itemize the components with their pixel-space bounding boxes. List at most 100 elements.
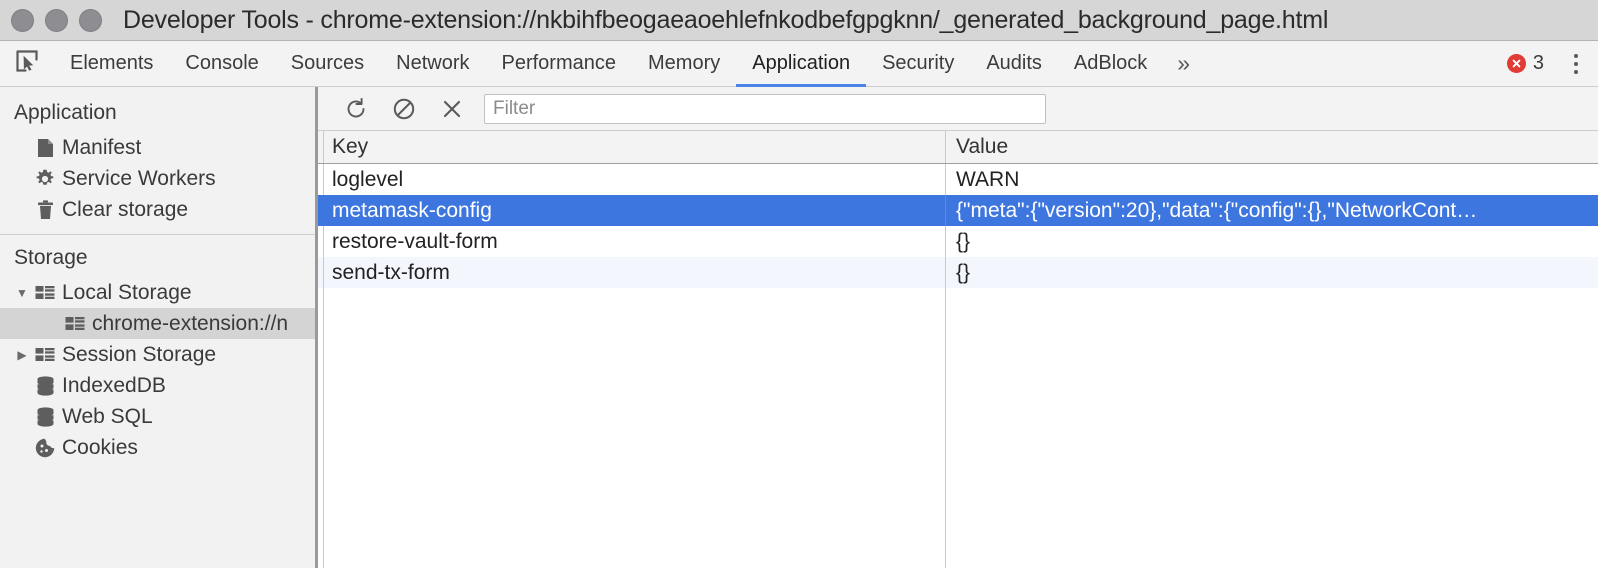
chevron-down-icon[interactable]: ▼ bbox=[12, 286, 32, 300]
column-header-value[interactable]: Value bbox=[946, 131, 1598, 163]
cell-value-text: {} bbox=[956, 260, 971, 284]
tab-label: Application bbox=[752, 52, 851, 74]
tab-elements[interactable]: Elements bbox=[54, 41, 169, 86]
table-icon bbox=[32, 285, 58, 301]
sidebar-item-indexeddb[interactable]: IndexedDB bbox=[0, 370, 315, 401]
grid-body: loglevel WARN metamask-config {"meta":{"… bbox=[318, 164, 1598, 568]
sidebar-item-label: Cookies bbox=[62, 435, 138, 459]
window-title: Developer Tools - chrome-extension://nkb… bbox=[123, 5, 1329, 34]
sidebar-item-clear-storage[interactable]: Clear storage bbox=[0, 194, 315, 225]
window-titlebar: Developer Tools - chrome-extension://nkb… bbox=[0, 0, 1598, 41]
cookie-icon bbox=[32, 438, 58, 458]
dot bbox=[1574, 53, 1578, 58]
table-row[interactable]: loglevel WARN bbox=[318, 164, 1598, 195]
cell-key[interactable]: send-tx-form bbox=[324, 257, 946, 288]
sidebar-item-label: Session Storage bbox=[62, 342, 217, 366]
cell-value[interactable]: WARN bbox=[946, 164, 1598, 195]
application-sidebar: Application Manifest Service Workers Cle… bbox=[0, 87, 318, 568]
sidebar-item-label: Local Storage bbox=[62, 280, 192, 304]
empty-value-column bbox=[946, 288, 1598, 568]
table-row[interactable]: restore-vault-form {} bbox=[318, 226, 1598, 257]
sidebar-item-web-sql[interactable]: Web SQL bbox=[0, 401, 315, 432]
storage-panel: Key Value loglevel WARN bbox=[318, 87, 1598, 568]
cell-value[interactable]: {} bbox=[946, 226, 1598, 257]
empty-key-column bbox=[324, 288, 946, 568]
clear-all-icon bbox=[392, 97, 416, 121]
cell-key[interactable]: loglevel bbox=[324, 164, 946, 195]
delete-selected-button[interactable] bbox=[428, 89, 476, 129]
tab-label: Elements bbox=[70, 52, 154, 74]
cell-value-text: {} bbox=[956, 229, 971, 253]
tab-label: Network bbox=[396, 52, 470, 74]
cell-value[interactable]: {} bbox=[946, 257, 1598, 288]
dot bbox=[1574, 61, 1578, 66]
inspect-element-icon bbox=[14, 48, 40, 79]
devtools-body: Application Manifest Service Workers Cle… bbox=[0, 87, 1598, 568]
storage-data-grid: Key Value loglevel WARN metamask-config … bbox=[318, 131, 1598, 568]
zoom-button[interactable] bbox=[79, 8, 102, 32]
clear-all-button[interactable] bbox=[380, 89, 428, 129]
sidebar-item-local-storage[interactable]: ▼ Local Storage bbox=[0, 277, 315, 308]
dot bbox=[1574, 69, 1578, 74]
sidebar-item-label: chrome-extension://n bbox=[92, 311, 289, 335]
sidebar-item-manifest[interactable]: Manifest bbox=[0, 132, 315, 163]
gear-icon bbox=[32, 169, 58, 189]
tab-performance[interactable]: Performance bbox=[486, 41, 633, 86]
panel-tabs: Elements Console Sources Network Perform… bbox=[54, 41, 1491, 87]
chevron-double-right-icon: » bbox=[1177, 50, 1191, 76]
error-circle-icon bbox=[1506, 54, 1526, 73]
tab-label: Memory bbox=[648, 52, 721, 74]
tab-label: Audits bbox=[986, 52, 1042, 74]
more-vertical-icon[interactable] bbox=[1554, 41, 1598, 86]
cell-value-text: {"meta":{"version":20},"data":{"config":… bbox=[956, 198, 1478, 222]
devtools-window: Developer Tools - chrome-extension://nkb… bbox=[0, 0, 1598, 568]
error-badge[interactable]: 3 bbox=[1497, 41, 1554, 86]
refresh-button[interactable] bbox=[332, 89, 380, 129]
tab-console[interactable]: Console bbox=[169, 41, 274, 86]
cell-value[interactable]: {"meta":{"version":20},"data":{"config":… bbox=[946, 195, 1598, 226]
cell-key-text: send-tx-form bbox=[332, 260, 450, 284]
sidebar-item-label: Clear storage bbox=[62, 197, 189, 221]
table-icon bbox=[62, 316, 88, 332]
error-count: 3 bbox=[1532, 52, 1544, 74]
tabs-overflow-button[interactable]: » bbox=[1163, 41, 1204, 86]
tab-sources[interactable]: Sources bbox=[275, 41, 380, 86]
close-button[interactable] bbox=[11, 8, 34, 32]
storage-toolbar bbox=[318, 87, 1598, 131]
inspect-element-button[interactable] bbox=[0, 41, 54, 86]
sidebar-divider bbox=[0, 234, 315, 235]
filter-input[interactable] bbox=[484, 93, 1046, 124]
tab-application[interactable]: Application bbox=[736, 41, 866, 87]
tab-security[interactable]: Security bbox=[866, 41, 970, 86]
sidebar-item-chrome-extension-origin[interactable]: chrome-extension://n bbox=[0, 308, 315, 339]
cell-key[interactable]: restore-vault-form bbox=[324, 226, 946, 257]
sidebar-item-service-workers[interactable]: Service Workers bbox=[0, 163, 315, 194]
grid-header-row: Key Value bbox=[318, 131, 1598, 164]
close-icon bbox=[441, 98, 463, 120]
cell-key-text: metamask-config bbox=[332, 198, 492, 222]
minimize-button[interactable] bbox=[45, 8, 68, 32]
tab-label: Sources bbox=[290, 52, 365, 74]
document-icon bbox=[32, 138, 58, 158]
table-row[interactable]: send-tx-form {} bbox=[318, 257, 1598, 288]
tab-label: Performance bbox=[501, 52, 617, 74]
sidebar-item-label: IndexedDB bbox=[62, 373, 166, 397]
database-icon bbox=[32, 406, 58, 427]
column-header-key[interactable]: Key bbox=[324, 131, 946, 163]
cell-key[interactable]: metamask-config bbox=[324, 195, 946, 226]
refresh-icon bbox=[344, 97, 368, 121]
cell-key-text: restore-vault-form bbox=[332, 229, 498, 253]
database-icon bbox=[32, 375, 58, 396]
devtools-tabbar: Elements Console Sources Network Perform… bbox=[0, 41, 1598, 87]
sidebar-item-session-storage[interactable]: ▶ Session Storage bbox=[0, 339, 315, 370]
tab-label: Security bbox=[882, 52, 955, 74]
table-row[interactable]: metamask-config {"meta":{"version":20},"… bbox=[318, 195, 1598, 226]
grid-empty-area bbox=[318, 288, 1598, 568]
tab-audits[interactable]: Audits bbox=[970, 41, 1058, 86]
chevron-right-icon[interactable]: ▶ bbox=[12, 348, 32, 362]
tab-memory[interactable]: Memory bbox=[632, 41, 736, 86]
sidebar-section-storage-title: Storage bbox=[14, 246, 88, 269]
tab-adblock[interactable]: AdBlock bbox=[1058, 41, 1163, 86]
tab-network[interactable]: Network bbox=[380, 41, 485, 86]
sidebar-item-cookies[interactable]: Cookies bbox=[0, 432, 315, 463]
